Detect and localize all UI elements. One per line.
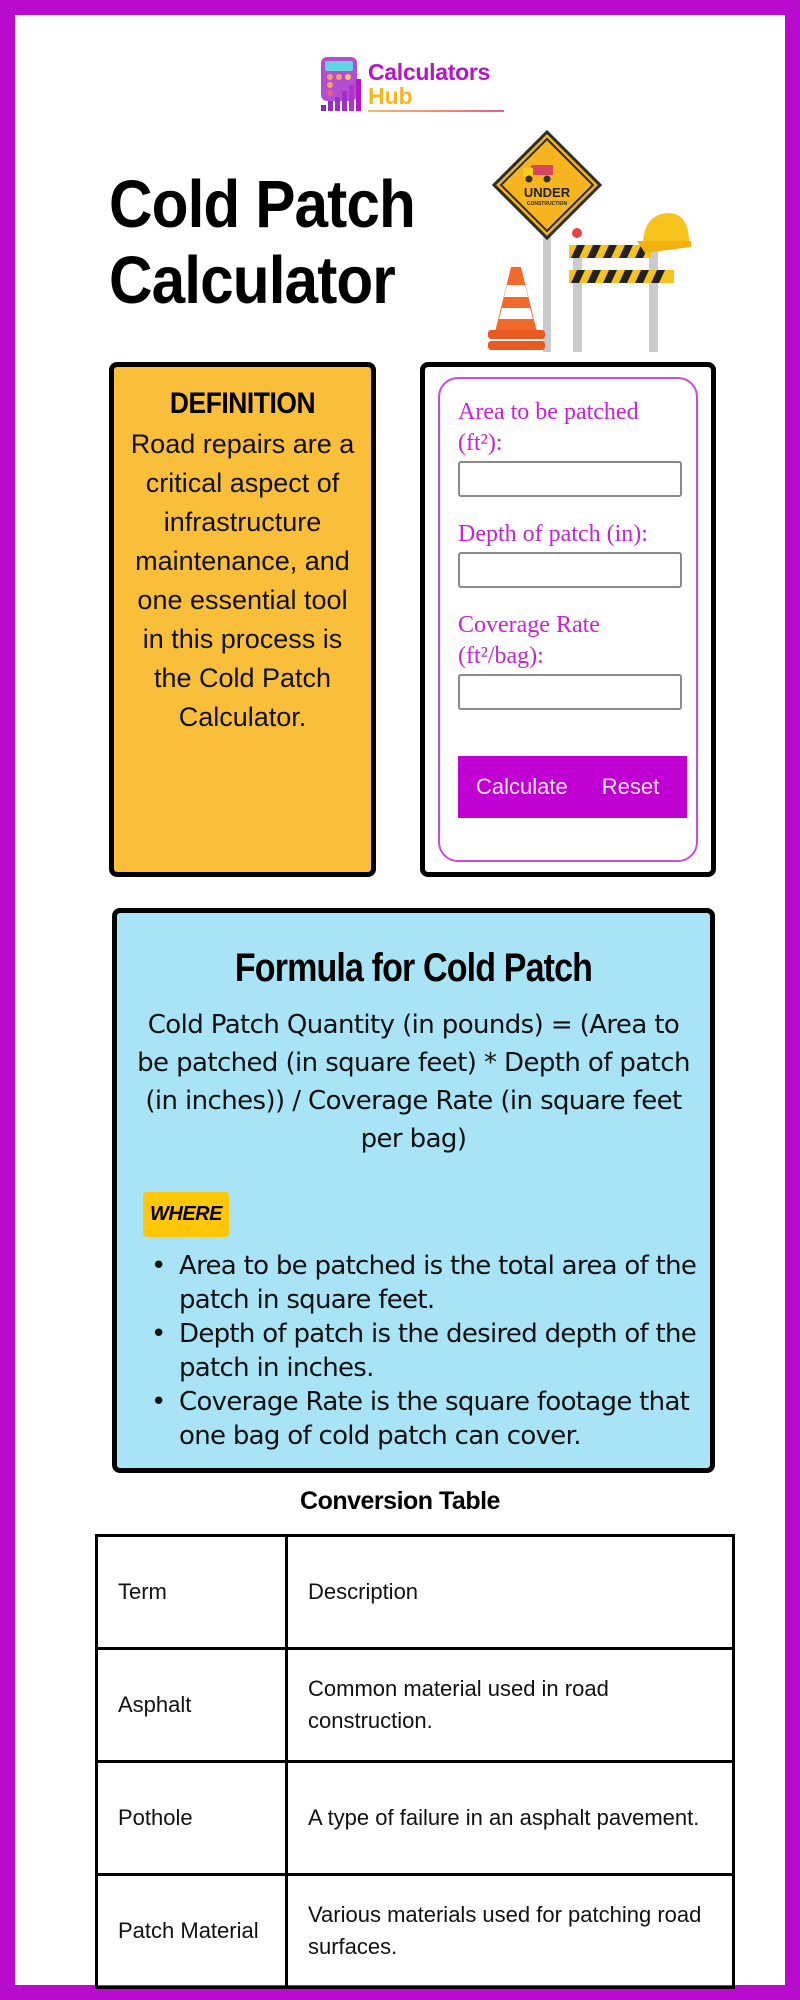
depth-input[interactable] xyxy=(458,552,682,588)
svg-text:CONSTRUCTION: CONSTRUCTION xyxy=(527,201,568,207)
where-list: Area to be patched is the total area of … xyxy=(149,1249,700,1453)
under-construction-sign-icon: UNDER CONSTRUCTION xyxy=(491,129,603,241)
description-cell: Various materials used for patching road… xyxy=(285,1873,735,1989)
page-title-line2: Calculator xyxy=(109,243,396,318)
coverage-rate-label: Coverage Rate (ft²/bag): xyxy=(458,612,600,669)
hard-hat-icon xyxy=(637,213,691,253)
where-item-area: Area to be patched is the total area of … xyxy=(149,1249,700,1317)
logo-underline xyxy=(368,110,504,112)
term-cell: Patch Material xyxy=(95,1873,288,1989)
reset-button[interactable]: Reset xyxy=(602,774,659,800)
formula-heading: Formula for Cold Patch xyxy=(234,946,593,990)
page-title-line1: Cold Patch xyxy=(109,167,416,242)
barrier-post-left xyxy=(573,245,582,352)
depth-label: Depth of patch (in): xyxy=(458,521,648,547)
table-row: Asphalt Common material used in road con… xyxy=(95,1647,735,1763)
description-cell: Common material used in road constructio… xyxy=(285,1647,735,1763)
where-item-coverage: Coverage Rate is the square footage that… xyxy=(149,1385,700,1453)
svg-text:UNDER: UNDER xyxy=(524,185,571,200)
brand-name-line1: Calculators xyxy=(368,59,490,85)
where-badge: WHERE xyxy=(143,1192,229,1237)
calculator-card: Area to be patched (ft²): Depth of patch… xyxy=(420,362,716,877)
calculate-button[interactable]: Calculate xyxy=(476,774,568,800)
definition-text: Road repairs are a critical aspect of in… xyxy=(130,429,355,732)
conversion-table-title: Conversion Table xyxy=(300,1487,500,1515)
brand-name-line2: Hub xyxy=(368,83,413,109)
header-term: Term xyxy=(95,1534,288,1650)
page-title: Cold Patch Calculator xyxy=(109,167,416,319)
calculators-hub-logo[interactable]: Calculators Hub xyxy=(319,55,504,115)
barrier-post-right xyxy=(649,245,658,352)
under-construction-illustration: UNDER CONSTRUCTION xyxy=(488,129,691,352)
calculator-chart-icon xyxy=(321,57,361,111)
page-frame: Calculators Hub Cold Patch Calculator UN… xyxy=(0,0,800,2000)
warning-light-icon xyxy=(572,228,582,238)
formula-card: Formula for Cold Patch Cold Patch Quanti… xyxy=(112,908,715,1473)
where-item-depth: Depth of patch is the desired depth of t… xyxy=(149,1317,700,1385)
coverage-rate-input[interactable] xyxy=(458,674,682,710)
table-row: Patch Material Various materials used fo… xyxy=(95,1873,735,1989)
table-header-row: Term Description xyxy=(95,1534,735,1650)
area-input[interactable] xyxy=(458,461,682,497)
header-description: Description xyxy=(285,1534,735,1650)
conversion-table: Term Description Asphalt Common material… xyxy=(95,1534,735,1989)
button-bar: Calculate Reset xyxy=(458,756,687,818)
term-cell: Asphalt xyxy=(95,1647,288,1763)
description-cell: A type of failure in an asphalt pavement… xyxy=(285,1760,735,1876)
definition-card: DEFINITION Road repairs are a critical a… xyxy=(109,362,376,877)
area-label: Area to be patched (ft²): xyxy=(458,399,639,456)
traffic-cone-icon xyxy=(488,267,545,350)
formula-text: Cold Patch Quantity (in pounds) = (Area … xyxy=(137,1010,690,1154)
definition-heading: DEFINITION xyxy=(169,387,316,420)
term-cell: Pothole xyxy=(95,1760,288,1876)
calculator-form: Area to be patched (ft²): Depth of patch… xyxy=(438,377,698,862)
table-row: Pothole A type of failure in an asphalt … xyxy=(95,1760,735,1876)
